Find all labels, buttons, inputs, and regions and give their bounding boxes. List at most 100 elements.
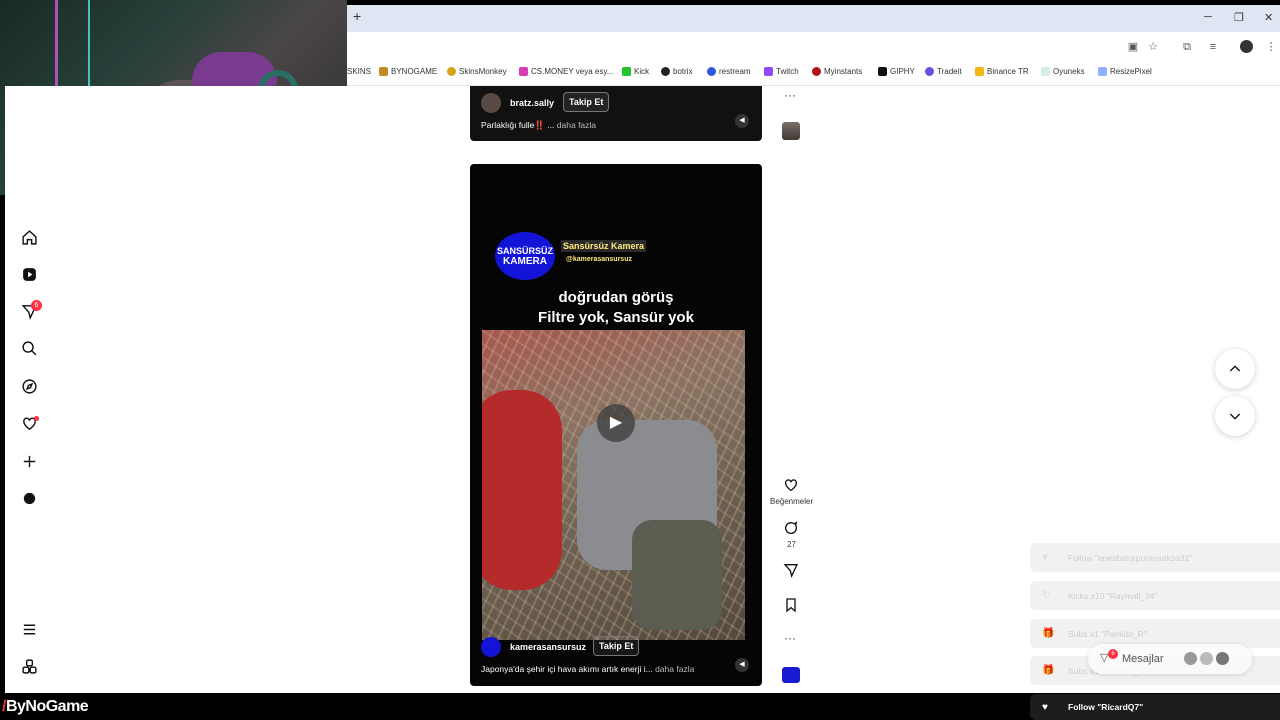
audio-thumbnail[interactable]: [782, 122, 800, 140]
volume-icon[interactable]: ◀: [735, 114, 749, 128]
reels-icon[interactable]: [20, 265, 38, 283]
refresh-icon: ↻: [1042, 590, 1051, 601]
bookmark-icon: [1098, 67, 1107, 76]
video-frame[interactable]: [482, 330, 745, 640]
follow-button[interactable]: Takip Et: [563, 92, 610, 112]
more-link[interactable]: daha fazla: [557, 120, 596, 130]
heart-icon: ♥: [1042, 701, 1048, 713]
profile-icon[interactable]: [20, 489, 38, 507]
bookmark-item[interactable]: Oyuneks: [1041, 67, 1085, 76]
bookmark-item[interactable]: BYNOGAME: [379, 67, 437, 76]
avatar[interactable]: [481, 637, 501, 657]
bookmark-icon: [1041, 67, 1050, 76]
bookmark-icon: [764, 67, 773, 76]
bookmark-item[interactable]: Tradeit: [925, 67, 962, 76]
bookmark-item[interactable]: botrix: [661, 67, 693, 76]
gift-icon: 🎁: [1042, 628, 1055, 639]
bookmark-icon: [519, 67, 528, 76]
video-figure-legs: [632, 520, 722, 630]
channel-logo: SANSÜRSÜZ KAMERA: [495, 232, 555, 280]
bookmark-item[interactable]: CS.MONEY veya esy...: [519, 67, 613, 76]
create-icon[interactable]: [20, 452, 38, 470]
avatar[interactable]: [481, 93, 501, 113]
more-link[interactable]: daha fazla: [655, 664, 694, 674]
avatar: [1200, 652, 1213, 665]
bookmark-star-icon[interactable]: ☆: [1147, 41, 1159, 53]
left-nav: [5, 195, 347, 693]
bookmark-icon: [975, 67, 984, 76]
channel-handle: @kamerasansursuz: [566, 256, 632, 263]
menu-icon[interactable]: [20, 620, 38, 638]
reel-post[interactable]: SANSÜRSÜZ KAMERA Sansürsüz Kamera @kamer…: [470, 164, 762, 686]
browser-menu-icon[interactable]: ⋮: [1265, 41, 1277, 53]
next-reel-button[interactable]: [1215, 396, 1255, 436]
bookmark-item[interactable]: restream: [707, 67, 751, 76]
tab-bar: + ─ ❐ ✕: [347, 5, 1280, 32]
messages-badge: 6: [1108, 649, 1118, 659]
share-icon[interactable]: [782, 561, 800, 579]
avatar: [1184, 652, 1197, 665]
minimize-button[interactable]: ─: [1204, 11, 1212, 23]
profile-avatar[interactable]: [1240, 40, 1253, 53]
bookmark-icon: [925, 67, 934, 76]
bookmark-icon: [661, 67, 670, 76]
previous-reel-button[interactable]: [1215, 349, 1255, 389]
messages-label: Mesajlar: [1122, 653, 1164, 665]
post-username[interactable]: bratz.sally: [510, 98, 554, 108]
like-icon[interactable]: [782, 476, 800, 494]
post-caption: Parlaklığı fulle‼️ ... daha fazla: [481, 120, 597, 130]
post-username[interactable]: kamerasansursuz: [510, 642, 586, 652]
reel-post-previous[interactable]: bratz.sally Takip Et Parlaklığı fulle‼️ …: [470, 86, 762, 141]
bookmark-icon: [707, 67, 716, 76]
threads-icon[interactable]: [20, 657, 38, 675]
explore-icon[interactable]: [20, 377, 38, 395]
stream-alert: ♥ Follow "enesbaturpurnosakzo31": [1030, 543, 1280, 572]
install-app-icon[interactable]: ▣: [1127, 41, 1139, 53]
bookmark-item[interactable]: Kick: [622, 67, 649, 76]
browser-toolbar: ▣ ☆ ⧉ ≡ ⋮: [347, 32, 1280, 60]
comment-icon[interactable]: [782, 519, 800, 537]
notification-badge: 6: [31, 300, 42, 311]
comment-count: 27: [787, 540, 796, 549]
stream-alert: ♥ Follow "RicardQ7": [1030, 694, 1280, 720]
save-icon[interactable]: [782, 596, 800, 614]
avatar: [1216, 652, 1229, 665]
likes-label: Beğenmeler: [770, 497, 814, 506]
bookmark-item[interactable]: Myinstants: [812, 67, 862, 76]
home-icon[interactable]: [20, 228, 38, 246]
bookmarks-bar: SKINS BYNOGAME SkinsMonkey CS.MONEY veya…: [347, 60, 1280, 86]
bookmark-icon: [379, 67, 388, 76]
bookmark-icon: [878, 67, 887, 76]
bookmark-icon: [622, 67, 631, 76]
bookmark-item[interactable]: SKINS: [347, 67, 371, 76]
bookmark-item[interactable]: Binance TR: [975, 67, 1029, 76]
activity-dot: [34, 416, 39, 421]
messages-pill[interactable]: ▽ 6 Mesajlar: [1088, 644, 1252, 674]
bookmark-icon: [812, 67, 821, 76]
heart-icon: ♥: [1042, 552, 1048, 563]
gift-icon: 🎁: [1042, 665, 1055, 676]
video-headline: doğrudan görüş Filtre yok, Sansür yok: [538, 289, 694, 326]
media-control-icon[interactable]: ≡: [1207, 41, 1219, 53]
volume-icon[interactable]: ◀: [735, 658, 749, 672]
more-options-icon[interactable]: ···: [784, 631, 796, 645]
channel-name: Sansürsüz Kamera: [561, 240, 647, 252]
video-figure-red: [482, 390, 562, 590]
bookmark-item[interactable]: GIPHY: [878, 67, 915, 76]
bookmark-icon: [447, 67, 456, 76]
stream-brand-logo: /ByNoGame: [2, 698, 89, 715]
bookmark-item[interactable]: ResizePixel: [1098, 67, 1152, 76]
audio-thumbnail[interactable]: [782, 667, 800, 683]
bookmark-item[interactable]: Twitch: [764, 67, 799, 76]
new-tab-button[interactable]: +: [353, 8, 361, 24]
stream-alert: ↻ Kicks x10 "Raymall_34": [1030, 581, 1280, 610]
play-icon[interactable]: ▶: [597, 404, 635, 442]
bookmark-item[interactable]: SkinsMonkey: [447, 67, 507, 76]
more-options-icon[interactable]: ···: [784, 88, 796, 102]
follow-button[interactable]: Takip Et: [593, 636, 640, 656]
maximize-button[interactable]: ❐: [1234, 11, 1244, 24]
close-window-button[interactable]: ✕: [1264, 11, 1273, 24]
post-caption: Japonya'da şehir içi hava akımı artık en…: [481, 664, 695, 674]
extensions-icon[interactable]: ⧉: [1181, 41, 1193, 53]
search-icon[interactable]: [20, 339, 38, 357]
